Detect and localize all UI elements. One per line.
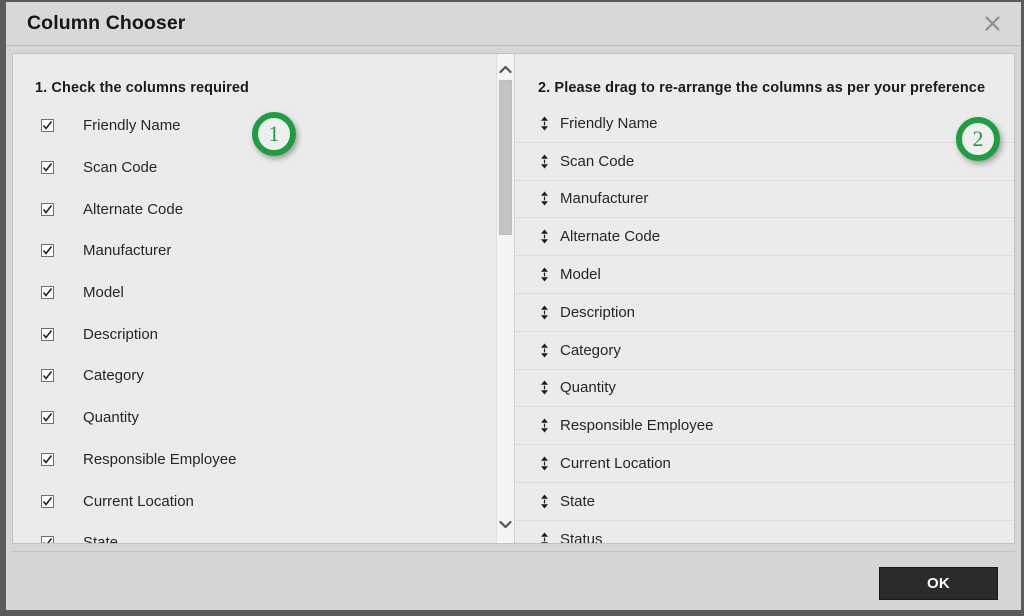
column-chooser-dialog: Column Chooser 1. Check the columns requ… [0,0,1024,616]
chevron-down-icon[interactable] [497,516,514,533]
drag-updown-icon[interactable] [538,116,550,131]
columns-order-panel: 2. Please drag to re-arrange the columns… [515,54,1014,543]
list-item[interactable]: Description [13,313,514,355]
step-badge-1: 1 [252,112,296,156]
drag-updown-icon[interactable] [538,154,550,169]
table-row[interactable]: Quantity [515,369,1014,408]
checkbox-state[interactable] [41,536,54,543]
scrollbar-thumb[interactable] [499,80,512,235]
drag-updown-icon[interactable] [538,418,550,433]
list-item-label: Manufacturer [83,242,172,260]
table-row-label: Scan Code [560,152,635,170]
table-row[interactable]: Model [515,256,1014,294]
list-item-label: Alternate Code [83,200,184,218]
table-row[interactable]: Category [515,331,1014,370]
table-row-label: Quantity [560,379,616,397]
left-panel-heading: 1. Check the columns required [35,80,250,96]
list-item-label: Category [83,367,144,385]
drag-updown-icon[interactable] [538,229,550,244]
table-row-label: Model [560,266,601,284]
list-item-label: State [83,534,119,543]
table-row-label: Manufacturer [560,190,649,208]
close-icon[interactable] [979,11,1005,37]
checkbox-model[interactable] [41,286,54,300]
table-row[interactable]: Friendly Name [515,105,1014,143]
dialog-body: 1. Check the columns required Friendly N… [12,53,1015,544]
list-item-label: Quantity [83,409,139,427]
list-item-label: Description [83,325,159,343]
drag-updown-icon[interactable] [538,305,550,320]
table-row[interactable]: Description [515,293,1014,332]
list-item[interactable]: Model [13,272,514,314]
table-row[interactable]: State [515,482,1014,521]
column-checkbox-list: Friendly Name Scan Code Alternate Code M… [13,105,514,543]
table-row-label: Category [560,341,621,359]
table-row-label: State [560,492,596,510]
list-item-label: Scan Code [83,159,158,177]
checkbox-scan-code[interactable] [41,161,54,175]
list-item-label: Current Location [83,492,194,510]
checkbox-description[interactable] [41,327,54,341]
step-badge-1-number: 1 [268,121,280,146]
list-item[interactable]: Manufacturer [13,230,514,272]
checkbox-responsible-employee[interactable] [41,452,54,466]
table-row[interactable]: Manufacturer [515,180,1014,219]
table-row[interactable]: Status [515,520,1014,543]
table-row[interactable]: Scan Code [515,142,1014,181]
table-row-label: Description [560,303,636,321]
list-item[interactable]: Responsible Employee [13,439,514,481]
table-row[interactable]: Responsible Employee [515,407,1014,446]
checkbox-manufacturer[interactable] [41,244,54,258]
list-item-label: Friendly Name [83,117,181,135]
left-panel-scrollbar[interactable] [496,54,514,543]
column-order-list: Friendly Name Scan Code Manufacturer Alt… [515,105,1014,543]
step-badge-2: 2 [956,117,1000,161]
dialog-footer: OK [12,551,1015,610]
ok-button[interactable]: OK [879,567,998,600]
step-badge-2-number: 2 [972,126,984,151]
table-row-label: Alternate Code [560,228,661,246]
drag-updown-icon[interactable] [538,267,550,282]
drag-updown-icon[interactable] [538,532,550,543]
table-row-label: Responsible Employee [560,417,714,435]
table-row[interactable]: Alternate Code [515,218,1014,257]
right-panel-heading: 2. Please drag to re-arrange the columns… [538,80,986,96]
drag-updown-icon[interactable] [538,456,550,471]
list-item[interactable]: Current Location [13,480,514,522]
checkbox-quantity[interactable] [41,411,54,425]
table-row-label: Current Location [560,455,671,473]
checkbox-friendly-name[interactable] [41,119,54,133]
checkbox-alternate-code[interactable] [41,202,54,216]
checkbox-current-location[interactable] [41,494,54,508]
list-item[interactable]: Category [13,355,514,397]
list-item-label: Responsible Employee [83,450,237,468]
chevron-up-icon[interactable] [497,61,514,78]
checkbox-category[interactable] [41,369,54,383]
drag-updown-icon[interactable] [538,380,550,395]
dialog-titlebar: Column Chooser [6,2,1021,46]
dialog-title: Column Chooser [27,12,186,34]
table-row[interactable]: Current Location [515,445,1014,483]
table-row-label: Friendly Name [560,114,658,132]
drag-updown-icon[interactable] [538,191,550,206]
list-item[interactable]: Alternate Code [13,188,514,230]
list-item[interactable]: State [13,522,514,543]
drag-updown-icon[interactable] [538,494,550,509]
drag-updown-icon[interactable] [538,343,550,358]
table-row-label: Status [560,530,603,543]
columns-check-panel: 1. Check the columns required Friendly N… [13,54,515,543]
list-item[interactable]: Quantity [13,397,514,439]
list-item-label: Model [83,284,124,302]
